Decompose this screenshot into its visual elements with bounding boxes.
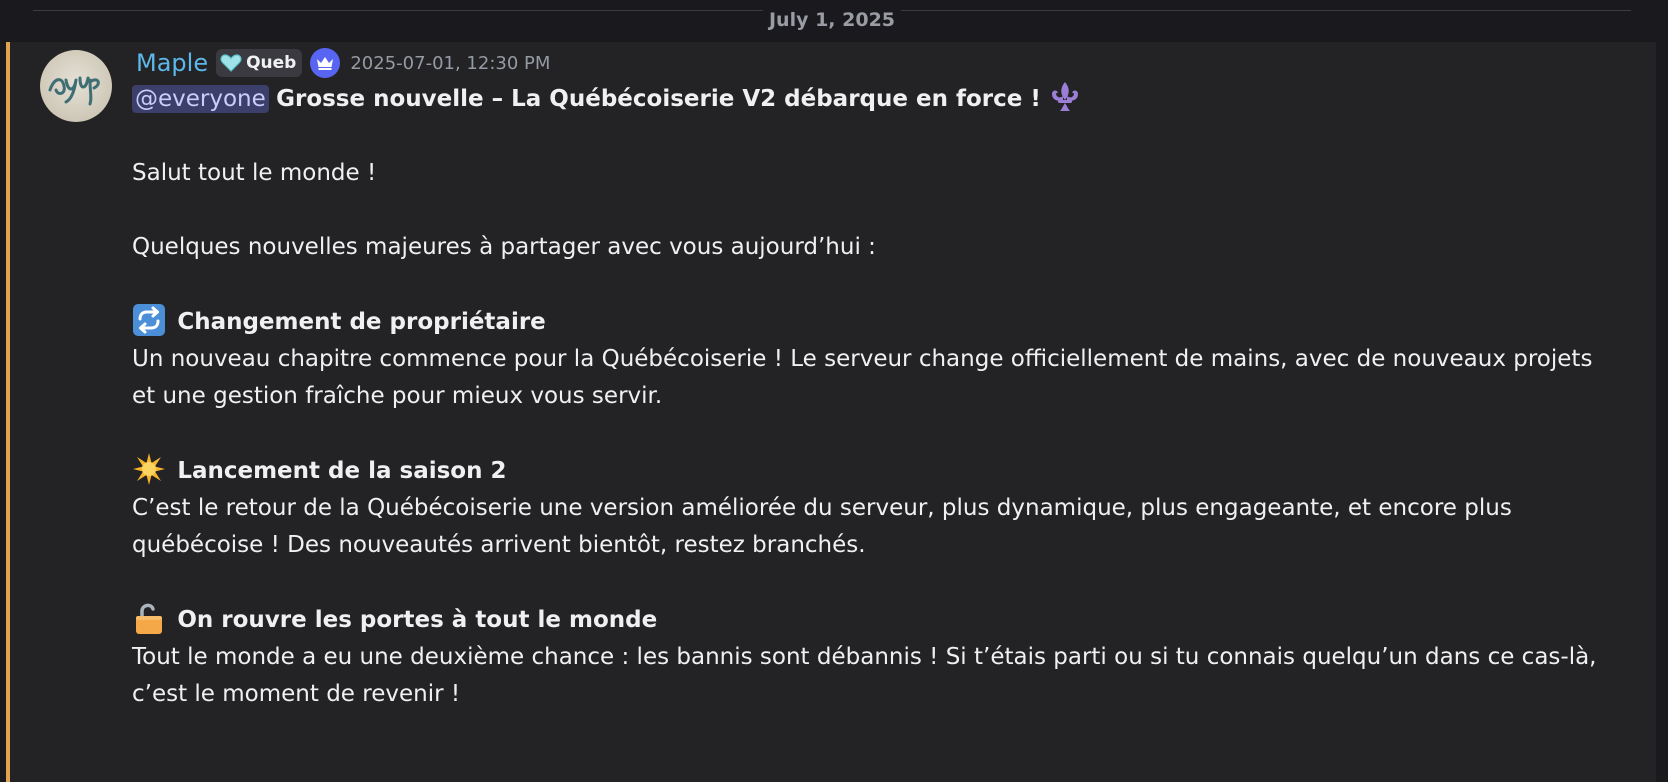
section-heading-label: On rouvre les portes à tout le monde bbox=[177, 607, 658, 633]
message-content: @everyone Grosse nouvelle – La Québécois… bbox=[132, 80, 1612, 713]
avatar[interactable] bbox=[40, 50, 112, 122]
section-heading-label: Changement de propriétaire bbox=[177, 309, 546, 335]
section-heading-owner: Changement de propriétaire bbox=[132, 303, 1612, 341]
section-heading-season: Lancement de la saison 2 bbox=[132, 452, 1612, 490]
fleur-de-lis-icon bbox=[1048, 80, 1082, 114]
date-divider: July 1, 2025 bbox=[33, 8, 1631, 32]
title-line: @everyone Grosse nouvelle – La Québécois… bbox=[132, 80, 1612, 118]
glowing-star-icon bbox=[132, 452, 166, 486]
section-body: Tout le monde a eu une deuxième chance :… bbox=[132, 644, 1597, 707]
greeting: Salut tout le monde ! bbox=[132, 160, 377, 186]
author-name[interactable]: Maple bbox=[136, 49, 208, 77]
unlocked-padlock-icon bbox=[132, 601, 166, 635]
announcement-title: Grosse nouvelle – La Québécoiserie V2 dé… bbox=[276, 86, 1041, 112]
repeat-arrows-icon bbox=[132, 303, 166, 337]
intro: Quelques nouvelles majeures à partager a… bbox=[132, 234, 876, 260]
role-tag-label: Queb bbox=[246, 53, 297, 73]
section-body: C’est le retour de la Québécoiserie une … bbox=[132, 495, 1512, 558]
timestamp: 2025-07-01, 12:30 PM bbox=[350, 52, 551, 74]
section-heading-open: On rouvre les portes à tout le monde bbox=[132, 601, 1612, 639]
message-header: Maple Queb 2025-07-01, 12:30 PM bbox=[136, 46, 550, 80]
role-tag[interactable]: Queb bbox=[216, 49, 303, 77]
section-body: Un nouveau chapitre commence pour la Qué… bbox=[132, 346, 1593, 409]
heart-icon bbox=[220, 54, 242, 72]
message[interactable]: Maple Queb 2025-07-01, 12:30 PM @everyon… bbox=[6, 42, 1656, 782]
everyone-mention[interactable]: @everyone bbox=[132, 85, 269, 113]
crown-icon bbox=[310, 48, 341, 78]
date-divider-label: July 1, 2025 bbox=[762, 8, 902, 32]
section-heading-label: Lancement de la saison 2 bbox=[177, 458, 507, 484]
